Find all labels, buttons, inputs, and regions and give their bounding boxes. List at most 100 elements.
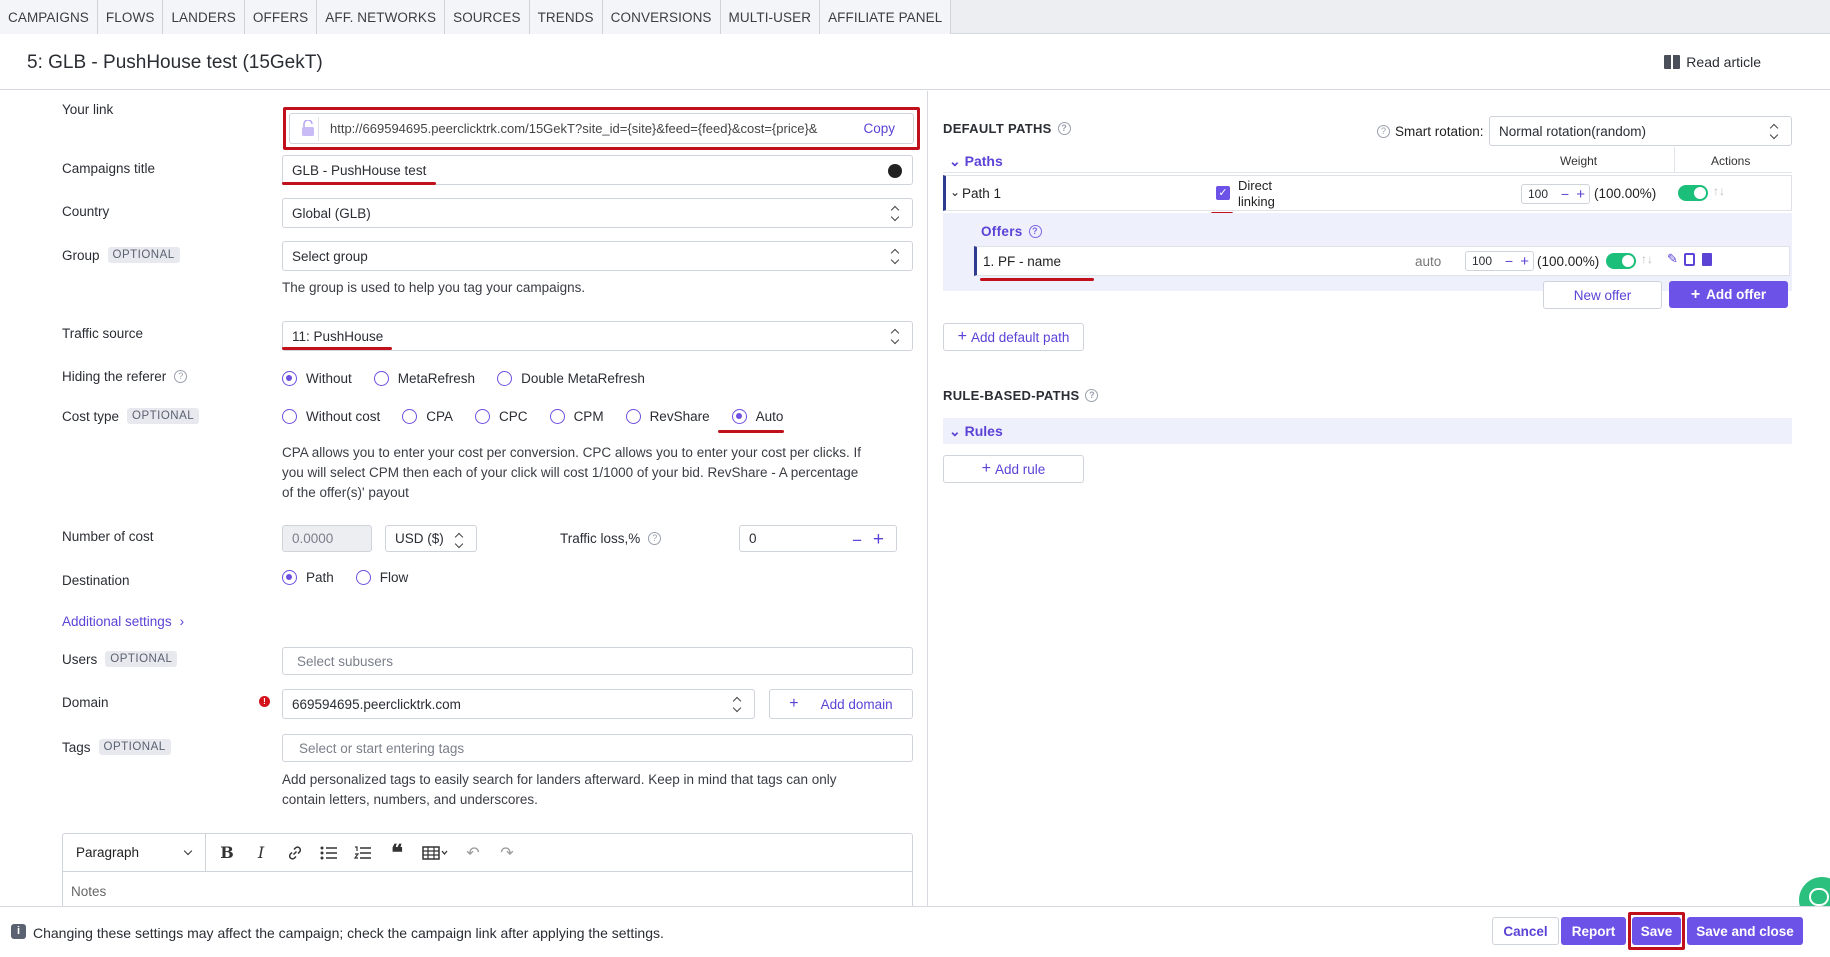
plus-icon: + [1690, 285, 1701, 303]
number-of-cost-input[interactable]: 0.0000 [282, 525, 372, 552]
link-icon[interactable] [278, 835, 312, 871]
campaign-form: Your link http://669594695.peerclicktrk.… [0, 91, 928, 908]
save-and-close-button[interactable]: Save and close [1687, 917, 1803, 945]
radio-auto[interactable]: Auto [731, 409, 783, 424]
help-icon: ? [1057, 122, 1071, 135]
page-title: 5: GLB - PushHouse test (15GekT) [27, 52, 323, 73]
plus-icon: + [789, 695, 799, 712]
tab-flows[interactable]: FLOWS [97, 0, 164, 34]
minus-icon: − [1560, 186, 1569, 202]
offer-row[interactable]: 1. PF - name auto 100 − + (100.00%) ↑↓ ✎ [974, 246, 1790, 276]
tags-hint-2: contain letters, numbers, and underscore… [282, 792, 538, 807]
direct-linking-checkbox[interactable]: ✓ [1216, 186, 1230, 200]
path-row[interactable]: ⌄ Path 1 ✓ Direct linking 100 − + (100.00… [943, 175, 1792, 211]
currency-select[interactable]: USD ($) [385, 525, 477, 552]
edit-icon[interactable]: ✎ [1667, 251, 1678, 267]
offer-weight-input[interactable]: 100 − + [1465, 251, 1534, 271]
bold-icon[interactable]: B [210, 835, 244, 871]
radio-revshare[interactable]: RevShare [625, 409, 710, 424]
paths-panel: DEFAULT PATHS? ? Smart rotation: Normal r… [929, 91, 1830, 906]
copy-link-button[interactable]: Copy [863, 121, 895, 136]
chevron-down-icon: ⌄ [950, 185, 961, 199]
path-toggle[interactable] [1678, 185, 1708, 204]
add-rule-button[interactable]: + Add rule [943, 455, 1084, 483]
campaign-title-value: GLB - PushHouse test [292, 162, 427, 178]
additional-settings-link[interactable]: Additional settings › [62, 614, 184, 629]
radio-without[interactable]: Without [282, 371, 352, 386]
quote-icon[interactable]: ❝ [380, 835, 414, 871]
tab-sources[interactable]: SOURCES [445, 0, 530, 34]
actions-header: Actions [1711, 154, 1751, 168]
radio-double-metarefresh[interactable]: Double MetaRefresh [497, 371, 645, 386]
traffic-source-underline [282, 347, 392, 350]
bullet-list-icon[interactable] [312, 835, 346, 871]
radio-cpa[interactable]: CPA [402, 409, 453, 424]
read-article-link[interactable]: Read article [1664, 54, 1761, 70]
offer-percent: (100.00%) [1537, 254, 1600, 269]
table-icon[interactable] [414, 835, 456, 871]
cancel-button[interactable]: Cancel [1492, 917, 1559, 945]
numbered-list-icon[interactable] [346, 835, 380, 871]
plus-icon[interactable]: + [873, 529, 884, 551]
color-dot-icon[interactable] [888, 164, 902, 178]
cost-type-hint-1: CPA allows you to enter your cost per co… [282, 445, 861, 460]
radio-cpc[interactable]: CPC [475, 409, 528, 424]
tags-input[interactable]: Select or start entering tags [282, 734, 913, 762]
country-select[interactable]: Global (GLB) [282, 198, 913, 228]
country-label: Country [62, 204, 110, 219]
save-button[interactable]: Save [1632, 917, 1681, 945]
paragraph-format-select[interactable]: Paragraph [63, 833, 206, 872]
radio-cpm[interactable]: CPM [549, 409, 604, 424]
traffic-loss-input[interactable]: 0 − + [739, 525, 897, 552]
tab-conversions[interactable]: CONVERSIONS [602, 0, 721, 34]
cost-type-hint-3: of the offer(s)' payout [282, 485, 409, 500]
campaign-title-input[interactable]: GLB - PushHouse test [282, 155, 913, 185]
help-icon: ? [174, 370, 188, 383]
campaign-title-label: Campaigns title [62, 161, 156, 176]
undo-icon[interactable]: ↶ [456, 835, 490, 871]
reorder-icon[interactable]: ↑↓ [1641, 252, 1653, 266]
tab-landers[interactable]: LANDERS [163, 0, 245, 34]
reorder-icon[interactable]: ↑↓ [1713, 184, 1725, 198]
page-header: 5: GLB - PushHouse test (15GekT) Read ar… [0, 34, 1830, 90]
domain-label: Domain [62, 695, 109, 710]
tab-offers[interactable]: OFFERS [244, 0, 318, 34]
paths-collapse[interactable]: ⌄ Paths [949, 153, 1003, 170]
your-link-field[interactable]: http://669594695.peerclicktrk.com/15GekT… [289, 113, 914, 144]
radio-flow[interactable]: Flow [355, 570, 408, 585]
radio-path[interactable]: Path [282, 570, 334, 585]
rules-header[interactable]: ⌄ Rules [943, 418, 1792, 444]
rule-based-paths-title: RULE-BASED-PATHS? [943, 388, 1099, 403]
users-select[interactable]: Select subusers [282, 647, 913, 675]
auto-underline [718, 430, 784, 433]
plus-icon: + [957, 328, 967, 345]
trash-icon[interactable] [1702, 253, 1712, 266]
tab-aff-networks[interactable]: AFF. NETWORKS [317, 0, 446, 34]
smart-rotation-select[interactable]: Normal rotation(random) [1489, 116, 1792, 146]
tab-affiliate-panel[interactable]: AFFILIATE PANEL [820, 0, 952, 34]
tab-multi-user[interactable]: MULTI-USER [720, 0, 821, 34]
footer-bar: i Changing these settings may affect the… [0, 906, 1830, 957]
group-label: Group OPTIONAL [62, 247, 180, 263]
error-icon: ! [259, 696, 270, 707]
new-offer-button[interactable]: New offer [1543, 281, 1662, 309]
minus-icon[interactable]: − [852, 531, 862, 551]
rules-collapse: ⌄ Rules [949, 423, 1003, 439]
radio-metarefresh[interactable]: MetaRefresh [373, 371, 475, 386]
path-weight-input[interactable]: 100 − + [1521, 184, 1590, 204]
tab-campaigns[interactable]: CAMPAIGNS [0, 0, 98, 34]
radio-without-cost[interactable]: Without cost [282, 409, 380, 424]
redo-icon[interactable]: ↷ [490, 835, 524, 871]
number-of-cost-label: Number of cost [62, 529, 154, 544]
domain-select[interactable]: 669594695.peerclicktrk.com [282, 689, 755, 719]
report-button[interactable]: Report [1561, 917, 1626, 945]
tab-trends[interactable]: TRENDS [529, 0, 603, 34]
add-domain-button[interactable]: + Add domain [769, 689, 913, 719]
group-select[interactable]: Select group [282, 241, 913, 271]
add-offer-button[interactable]: + Add offer [1669, 281, 1788, 308]
copy-icon[interactable] [1684, 253, 1695, 266]
add-default-path-button[interactable]: + Add default path [943, 323, 1084, 351]
tags-label: Tags OPTIONAL [62, 739, 171, 755]
offer-toggle[interactable] [1606, 253, 1636, 272]
italic-icon[interactable]: I [244, 835, 278, 871]
